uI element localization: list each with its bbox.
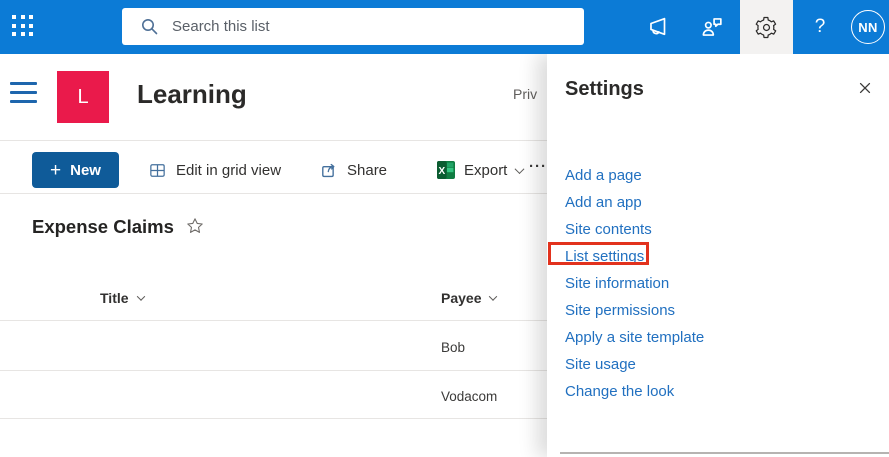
plus-icon: + <box>50 161 61 180</box>
close-button[interactable] <box>854 77 876 99</box>
settings-link-site-usage[interactable]: Site usage <box>565 356 636 373</box>
chevron-down-icon <box>489 292 497 300</box>
help-label: ? <box>815 16 826 38</box>
feedback-button[interactable] <box>695 10 729 44</box>
settings-link-list-settings[interactable]: List settings <box>565 248 644 265</box>
excel-icon: X <box>437 161 455 179</box>
column-header-payee[interactable]: Payee <box>441 290 496 306</box>
new-button[interactable]: + New <box>32 152 119 188</box>
favorite-star-icon[interactable] <box>186 217 204 235</box>
edit-grid-view-label: Edit in grid view <box>176 162 281 179</box>
list-title: Expense Claims <box>32 216 174 238</box>
share-button[interactable]: Share <box>319 156 387 184</box>
search-box[interactable] <box>122 8 584 45</box>
row1-payee-cell[interactable]: Bob <box>441 340 465 355</box>
new-button-label: New <box>70 162 101 179</box>
avatar-initials: NN <box>858 20 877 35</box>
site-logo-letter: L <box>77 86 88 109</box>
search-input[interactable] <box>172 18 584 35</box>
app-launcher-icon[interactable] <box>12 15 36 39</box>
avatar[interactable]: NN <box>851 10 885 44</box>
settings-link-site-information[interactable]: Site information <box>565 275 669 292</box>
sharepoint-list-page: ? NN L Learning Priv + New Edit in grid … <box>0 0 889 457</box>
settings-panel-title: Settings <box>565 78 644 101</box>
export-button[interactable]: X Export <box>437 156 523 184</box>
overflow-menu-button[interactable]: ··· <box>529 158 547 175</box>
site-logo[interactable]: L <box>57 71 109 123</box>
settings-links-list: Add a page Add an app Site contents List… <box>565 162 704 405</box>
feedback-icon <box>699 14 725 40</box>
settings-link-site-permissions[interactable]: Site permissions <box>565 302 675 319</box>
site-privacy-label: Priv <box>513 86 537 102</box>
megaphone-icon <box>645 14 671 40</box>
settings-link-add-an-app[interactable]: Add an app <box>565 194 642 211</box>
export-label: Export <box>464 162 507 179</box>
column-header-payee-label: Payee <box>441 290 481 306</box>
panel-divider <box>560 452 889 454</box>
hamburger-menu-icon[interactable] <box>10 82 37 103</box>
gear-icon <box>755 16 778 39</box>
settings-link-add-a-page[interactable]: Add a page <box>565 167 642 184</box>
chevron-down-icon <box>515 164 525 174</box>
suite-bar: ? NN <box>0 0 889 54</box>
column-header-title[interactable]: Title <box>100 290 144 306</box>
site-title[interactable]: Learning <box>137 79 247 110</box>
grid-icon <box>148 161 167 180</box>
row2-payee-cell[interactable]: Vodacom <box>441 389 497 404</box>
settings-panel: Settings Add a page Add an app Site cont… <box>547 54 889 457</box>
settings-link-change-the-look[interactable]: Change the look <box>565 383 674 400</box>
share-label: Share <box>347 162 387 179</box>
help-button[interactable]: ? <box>803 10 837 44</box>
settings-link-site-contents[interactable]: Site contents <box>565 221 652 238</box>
settings-gear-button[interactable] <box>740 0 793 54</box>
announcements-button[interactable] <box>641 10 675 44</box>
chevron-down-icon <box>136 292 144 300</box>
svg-text:X: X <box>438 166 445 177</box>
edit-grid-view-button[interactable]: Edit in grid view <box>148 156 281 184</box>
share-icon <box>319 161 338 180</box>
settings-link-apply-site-template[interactable]: Apply a site template <box>565 329 704 346</box>
search-icon <box>140 17 159 36</box>
close-icon <box>857 80 873 96</box>
column-header-title-label: Title <box>100 290 129 306</box>
